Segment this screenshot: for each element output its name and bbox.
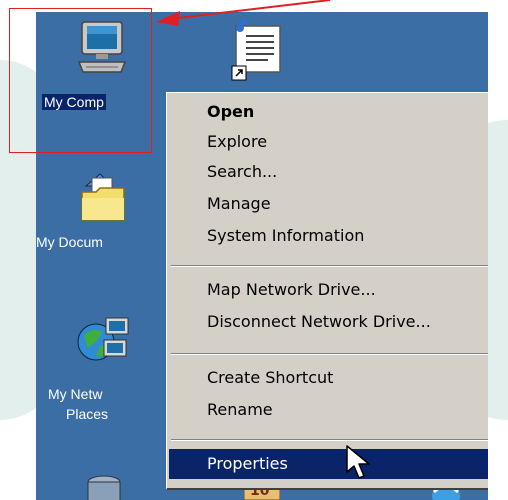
menu-item-manage[interactable]: Manage bbox=[169, 189, 488, 219]
my-documents-folder-icon[interactable] bbox=[80, 172, 126, 229]
my-network-places-icon[interactable] bbox=[76, 312, 132, 373]
menu-item-system-information[interactable]: System Information bbox=[169, 221, 488, 251]
menu-item-properties[interactable]: Properties bbox=[169, 449, 488, 479]
menu-item-map-network-drive[interactable]: Map Network Drive... bbox=[169, 275, 488, 305]
menu-item-explore[interactable]: Explore bbox=[169, 127, 488, 157]
menu-item-disconnect-network-drive[interactable]: Disconnect Network Drive... bbox=[169, 307, 488, 337]
menu-item-open[interactable]: Open bbox=[169, 97, 488, 127]
menu-item-create-shortcut[interactable]: Create Shortcut bbox=[169, 363, 488, 393]
menu-item-search[interactable]: Search... bbox=[169, 157, 488, 187]
menu-separator bbox=[171, 439, 488, 441]
my-documents-label[interactable]: My Docum bbox=[36, 234, 103, 250]
mouse-cursor-icon bbox=[345, 444, 375, 487]
menu-separator bbox=[171, 353, 488, 355]
menu-separator bbox=[171, 265, 488, 267]
context-menu: Open Explore Search... Manage System Inf… bbox=[166, 92, 488, 490]
menu-item-rename[interactable]: Rename bbox=[169, 395, 488, 425]
annotation-arrow-icon bbox=[156, 0, 331, 26]
my-network-places-label-1[interactable]: My Netw bbox=[48, 386, 102, 402]
recycle-bin-icon[interactable] bbox=[84, 474, 124, 500]
my-network-places-label-2[interactable]: Places bbox=[66, 406, 108, 422]
